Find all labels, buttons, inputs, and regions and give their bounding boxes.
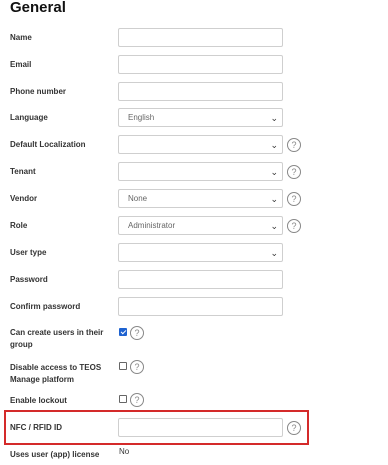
tenant-select[interactable]: ⌄ <box>118 162 283 181</box>
help-icon[interactable]: ? <box>130 393 144 407</box>
help-icon[interactable]: ? <box>287 219 301 233</box>
can-create-users-label: Can create users in their group <box>10 328 104 349</box>
vendor-label: Vendor <box>10 194 38 203</box>
role-label: Role <box>10 221 28 230</box>
default-localization-label: Default Localization <box>10 140 86 149</box>
confirm-password-label: Confirm password <box>10 302 81 311</box>
chevron-down-icon: ⌄ <box>270 248 278 258</box>
name-label: Name <box>10 33 32 42</box>
help-icon[interactable]: ? <box>287 138 301 152</box>
uses-license-value: No <box>119 447 130 456</box>
disable-access-label: Disable access to TEOS Manage platform <box>10 363 102 384</box>
user-type-select[interactable]: ⌄ <box>118 243 283 262</box>
help-icon[interactable]: ? <box>287 165 301 179</box>
help-icon[interactable]: ? <box>287 421 301 435</box>
role-select[interactable]: Administrator ⌄ <box>118 216 283 235</box>
chevron-down-icon: ⌄ <box>270 221 278 231</box>
chevron-down-icon: ⌄ <box>270 167 278 177</box>
nfc-rfid-input[interactable] <box>118 418 283 437</box>
confirm-password-input[interactable] <box>118 297 283 316</box>
email-input[interactable] <box>118 55 283 74</box>
vendor-select[interactable]: None ⌄ <box>118 189 283 208</box>
language-select[interactable]: English ⌄ <box>118 108 283 127</box>
enable-lockout-label: Enable lockout <box>10 396 67 405</box>
enable-lockout-checkbox[interactable] <box>119 395 127 403</box>
phone-label: Phone number <box>10 87 67 96</box>
help-icon[interactable]: ? <box>130 360 144 374</box>
user-type-label: User type <box>10 248 47 257</box>
email-label: Email <box>10 60 32 69</box>
password-input[interactable] <box>118 270 283 289</box>
help-icon[interactable]: ? <box>287 192 301 206</box>
chevron-down-icon: ⌄ <box>270 113 278 123</box>
password-label: Password <box>10 275 48 284</box>
language-select-value: English <box>128 113 155 122</box>
language-label: Language <box>10 113 48 122</box>
name-input[interactable] <box>118 28 283 47</box>
nfc-rfid-label: NFC / RFID ID <box>10 423 62 432</box>
chevron-down-icon: ⌄ <box>270 194 278 204</box>
tenant-label: Tenant <box>10 167 36 176</box>
can-create-users-checkbox[interactable] <box>119 328 127 336</box>
disable-access-checkbox[interactable] <box>119 362 127 370</box>
phone-input[interactable] <box>118 82 283 101</box>
help-icon[interactable]: ? <box>130 326 144 340</box>
role-value: Administrator <box>128 221 176 230</box>
uses-license-label: Uses user (app) license <box>10 450 100 459</box>
chevron-down-icon: ⌄ <box>270 140 278 150</box>
vendor-value: None <box>128 194 148 203</box>
section-title: General <box>10 0 66 16</box>
default-localization-select[interactable]: ⌄ <box>118 135 283 154</box>
